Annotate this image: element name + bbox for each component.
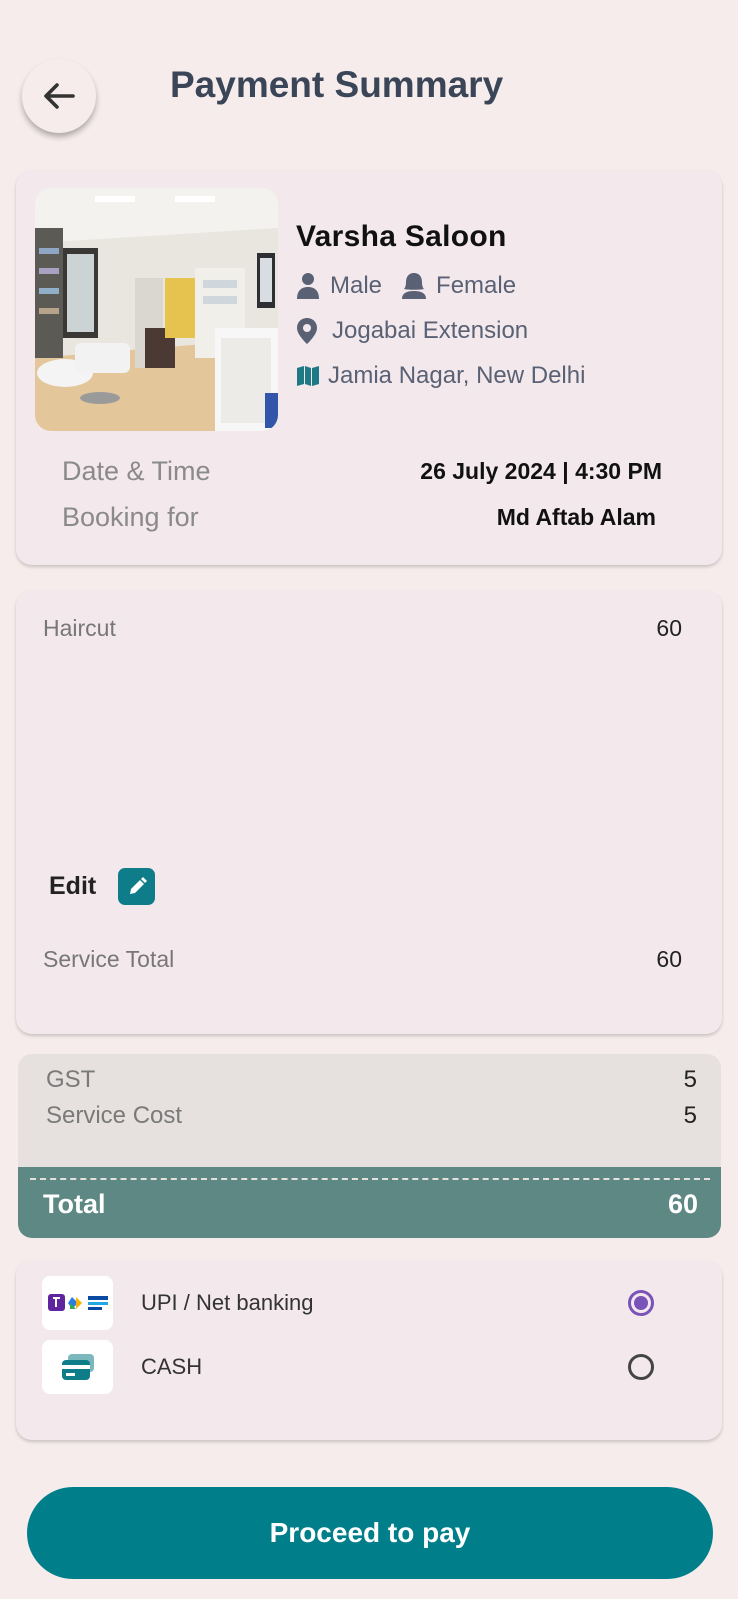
payment-options-card: UPI / Net banking CASH — [16, 1260, 722, 1440]
dashed-divider — [30, 1178, 710, 1180]
edit-label: Edit — [49, 872, 97, 900]
location-label: Jogabai Extension — [332, 317, 529, 344]
cash-radio[interactable] — [628, 1354, 654, 1380]
total-band: Total 60 — [18, 1167, 721, 1238]
payment-option-cash[interactable]: CASH — [16, 1340, 722, 1396]
location-pin-icon — [297, 318, 317, 344]
salon-name: Varsha Saloon — [296, 220, 507, 253]
city-row: Jamia Nagar, New Delhi — [296, 362, 585, 390]
back-button[interactable] — [22, 59, 96, 133]
female-person-icon — [402, 273, 427, 299]
services-card: Haircut 60 Edit Service Total 60 — [16, 590, 722, 1034]
price-summary-card: GST 5 Service Cost 5 Total 60 — [18, 1054, 721, 1238]
upi-radio[interactable] — [628, 1290, 654, 1316]
gender-male-label: Male — [330, 272, 383, 299]
edit-button[interactable]: Edit — [49, 868, 156, 905]
total-value: 60 — [667, 1189, 698, 1219]
location-row: Jogabai Extension — [296, 317, 528, 345]
upi-logos-icon — [42, 1276, 113, 1330]
service-cost-label: Service Cost — [46, 1102, 183, 1129]
card-icon — [42, 1340, 113, 1394]
gender-female-label: Female — [436, 272, 517, 299]
edit-pencil-icon — [118, 868, 156, 905]
arrow-left-icon — [44, 83, 75, 109]
service-total-label: Service Total — [43, 946, 175, 972]
gst-value: 5 — [683, 1066, 697, 1093]
salon-card: Varsha Saloon Male Female Jogabai Extens… — [16, 170, 722, 565]
payment-option-upi[interactable]: UPI / Net banking — [16, 1276, 722, 1332]
total-label: Total — [43, 1189, 106, 1219]
service-total-value: 60 — [656, 946, 682, 972]
booking-for-label: Booking for — [62, 502, 199, 532]
gst-label: GST — [46, 1066, 96, 1093]
proceed-to-pay-button[interactable]: Proceed to pay — [27, 1487, 713, 1579]
service-cost-value: 5 — [683, 1102, 697, 1129]
date-time-value: 26 July 2024 | 4:30 PM — [420, 458, 662, 484]
service-item-price: 60 — [656, 615, 682, 641]
gender-row: Male Female — [296, 272, 516, 300]
map-icon — [297, 366, 319, 386]
upi-label: UPI / Net banking — [141, 1290, 314, 1315]
booking-for-value: Md Aftab Alam — [496, 504, 656, 530]
service-item-name: Haircut — [43, 615, 116, 641]
cash-label: CASH — [141, 1354, 203, 1379]
city-label: Jamia Nagar, New Delhi — [328, 362, 586, 389]
page-title: Payment Summary — [170, 64, 504, 105]
salon-photo — [35, 188, 278, 431]
date-time-label: Date & Time — [62, 456, 211, 486]
male-person-icon — [297, 273, 319, 299]
